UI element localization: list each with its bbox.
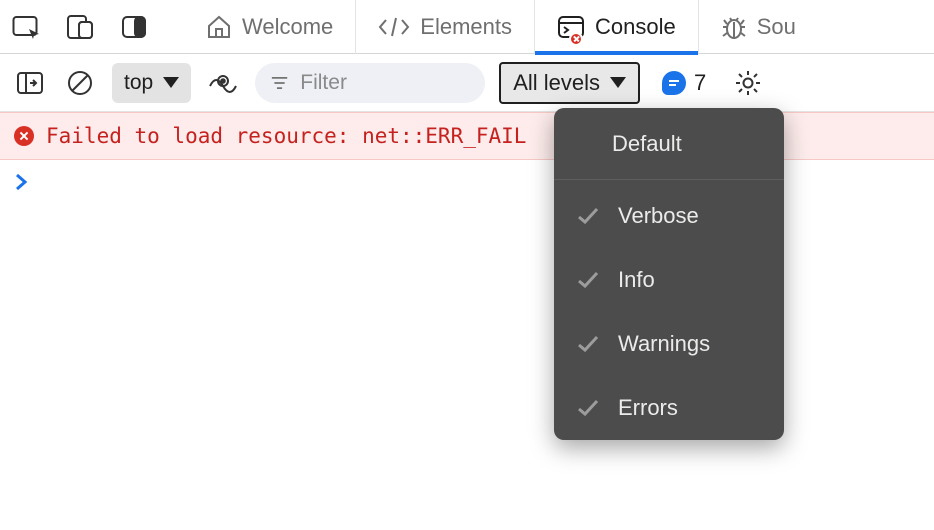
- log-levels-button[interactable]: All levels: [499, 62, 640, 104]
- tab-welcome-label: Welcome: [242, 14, 333, 40]
- device-icons-group: [10, 11, 170, 43]
- levels-menu-verbose[interactable]: Verbose: [554, 184, 784, 248]
- console-prompt[interactable]: [0, 160, 934, 204]
- tab-elements[interactable]: Elements: [355, 0, 534, 54]
- tab-console-label: Console: [595, 14, 676, 40]
- elements-icon: [378, 16, 410, 38]
- error-icon: [14, 126, 34, 146]
- levels-menu-warnings[interactable]: Warnings: [554, 312, 784, 376]
- levels-menu-verbose-label: Verbose: [618, 203, 699, 229]
- issues-button[interactable]: 7: [662, 70, 706, 96]
- dock-side-icon[interactable]: [118, 11, 150, 43]
- console-output: Failed to load resource: net::ERR_FAIL: [0, 112, 934, 204]
- levels-menu-info-label: Info: [618, 267, 655, 293]
- chevron-down-icon: [610, 77, 626, 88]
- tab-elements-label: Elements: [420, 14, 512, 40]
- filter-input[interactable]: [300, 71, 469, 95]
- issues-count: 7: [694, 70, 706, 96]
- tab-sources[interactable]: Sou: [698, 0, 818, 54]
- check-icon: [576, 335, 600, 353]
- issues-icon: [662, 71, 686, 95]
- levels-menu-warnings-label: Warnings: [618, 331, 710, 357]
- inspect-element-icon[interactable]: [10, 11, 42, 43]
- levels-menu-info[interactable]: Info: [554, 248, 784, 312]
- console-toolbar: top All levels 7: [0, 54, 934, 112]
- log-levels-menu: Default Verbose Info Warnings Errors: [554, 108, 784, 440]
- toggle-sidebar-icon[interactable]: [12, 65, 48, 101]
- chevron-down-icon: [163, 77, 179, 88]
- main-tabs-row: Welcome Elements Console Sou: [0, 0, 934, 54]
- bug-icon: [721, 14, 747, 40]
- console-error-row[interactable]: Failed to load resource: net::ERR_FAIL: [0, 112, 934, 160]
- context-label: top: [124, 71, 153, 95]
- tab-console[interactable]: Console: [534, 0, 698, 54]
- levels-menu-default-label: Default: [612, 131, 682, 157]
- live-expression-icon[interactable]: [205, 65, 241, 101]
- tab-sources-label: Sou: [757, 14, 796, 40]
- console-error-badge-icon: [569, 32, 583, 46]
- levels-menu-errors-label: Errors: [618, 395, 678, 421]
- levels-label: All levels: [513, 70, 600, 96]
- execution-context-select[interactable]: top: [112, 63, 191, 103]
- check-icon: [576, 399, 600, 417]
- tab-welcome[interactable]: Welcome: [184, 0, 355, 54]
- filter-icon: [271, 74, 288, 92]
- filter-box[interactable]: [255, 63, 485, 103]
- gear-icon: [734, 69, 762, 97]
- levels-menu-default[interactable]: Default: [554, 108, 784, 180]
- clear-console-icon[interactable]: [62, 65, 98, 101]
- check-icon: [576, 207, 600, 225]
- device-toggle-icon[interactable]: [64, 11, 96, 43]
- settings-button[interactable]: [730, 65, 766, 101]
- prompt-chevron-icon: [14, 172, 30, 192]
- home-icon: [206, 15, 232, 39]
- levels-menu-errors[interactable]: Errors: [554, 376, 784, 440]
- error-message-text: Failed to load resource: net::ERR_FAIL: [46, 124, 526, 148]
- check-icon: [576, 271, 600, 289]
